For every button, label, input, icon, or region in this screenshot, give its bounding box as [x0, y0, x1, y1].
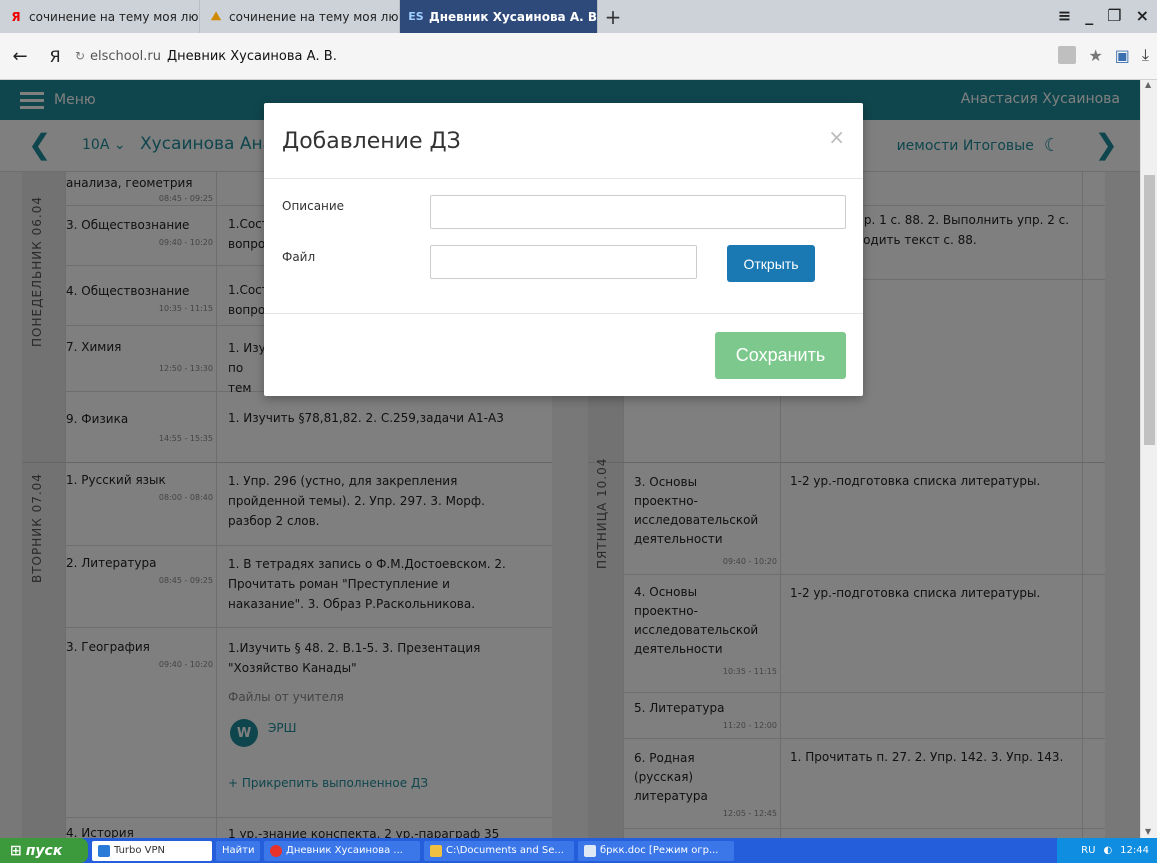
- clock: 12:44: [1120, 845, 1149, 856]
- file-input[interactable]: [430, 245, 697, 279]
- tab-1[interactable]: Я сочинение на тему моя люб: [0, 0, 200, 33]
- system-tray: RU ◐ 12:44: [1057, 838, 1157, 863]
- extension-icon[interactable]: ▣: [1115, 46, 1130, 65]
- yandex-logo-icon[interactable]: Я: [40, 47, 70, 66]
- description-label: Описание: [282, 199, 345, 213]
- address-bar-actions: ★ ▣ ⤓: [1058, 45, 1149, 65]
- tab-2-label: сочинение на тему моя люб: [229, 9, 400, 24]
- lock-icon[interactable]: [1058, 46, 1077, 64]
- page-scrollbar[interactable]: ▲ ▼: [1140, 80, 1157, 838]
- divider: [264, 313, 863, 314]
- download-icon[interactable]: ⤓: [1142, 45, 1149, 65]
- divider: [264, 178, 863, 179]
- tab-3-active[interactable]: ES Дневник Хусаинова А. В ×: [400, 0, 598, 33]
- tab-2[interactable]: ⛰ сочинение на тему моя люб: [200, 0, 400, 33]
- scroll-down-icon[interactable]: ▼: [1145, 827, 1151, 836]
- browser-tab-bar: Я сочинение на тему моя люб ⛰ сочинение …: [0, 0, 1157, 33]
- yandex-icon: Я: [11, 9, 21, 24]
- tab-1-label: сочинение на тему моя люб: [29, 9, 200, 24]
- back-arrow-icon[interactable]: ←: [0, 46, 40, 67]
- screen: Я сочинение на тему моя люб ⛰ сочинение …: [0, 0, 1157, 863]
- vpn-icon: [98, 844, 110, 857]
- minimize-icon[interactable]: _: [1085, 6, 1093, 25]
- address-bar: ← Я ↻ elschool.ru Дневник Хусаинова А. В…: [0, 33, 1157, 80]
- folder-icon: [430, 844, 442, 857]
- bookmark-star-icon[interactable]: ★: [1088, 46, 1102, 65]
- tab-3-label: Дневник Хусаинова А. В: [429, 9, 597, 24]
- taskbar-item-word[interactable]: бркк.doc [Режим огр...: [578, 840, 734, 861]
- menu-icon[interactable]: ≡: [1058, 6, 1071, 25]
- url-page-title[interactable]: Дневник Хусаинова А. В.: [167, 49, 337, 64]
- window-controls: ≡ _ ❐ ×: [1058, 6, 1149, 25]
- yandex-browser-icon: [270, 844, 282, 857]
- scroll-up-icon[interactable]: ▲: [1145, 80, 1151, 89]
- taskbar-item-vpn[interactable]: Turbo VPN: [92, 840, 212, 861]
- dialog-title: Добавление ДЗ: [282, 129, 461, 154]
- start-button[interactable]: ⊞ пуск: [0, 838, 88, 863]
- description-input[interactable]: [430, 195, 846, 229]
- taskbar-search-button[interactable]: Найти: [216, 840, 260, 861]
- add-homework-dialog: Добавление ДЗ × Описание Файл Открыть Со…: [264, 103, 863, 396]
- windows-flag-icon: ⊞: [10, 842, 22, 859]
- close-icon[interactable]: ×: [828, 125, 845, 149]
- url-domain[interactable]: elschool.ru: [90, 49, 161, 64]
- restore-icon[interactable]: ❐: [1107, 6, 1121, 25]
- windows-taskbar: ⊞ пуск Turbo VPN Найти Дневник Хусаинова …: [0, 838, 1157, 863]
- file-label: Файл: [282, 250, 316, 264]
- word-doc-icon: [584, 844, 596, 857]
- language-indicator[interactable]: RU: [1081, 845, 1095, 856]
- reload-icon[interactable]: ↻: [70, 49, 90, 63]
- new-tab-button[interactable]: +: [598, 0, 628, 33]
- volume-icon[interactable]: ◐: [1103, 845, 1112, 856]
- taskbar-item-browser[interactable]: Дневник Хусаинова ...: [264, 840, 420, 861]
- open-file-button[interactable]: Открыть: [727, 245, 815, 282]
- close-window-icon[interactable]: ×: [1136, 6, 1149, 25]
- scroll-thumb[interactable]: [1144, 175, 1155, 445]
- save-button[interactable]: Сохранить: [715, 332, 846, 379]
- elschool-icon: ES: [408, 10, 424, 23]
- image-icon: ⛰: [210, 9, 222, 23]
- taskbar-item-explorer[interactable]: C:\Documents and Se...: [424, 840, 574, 861]
